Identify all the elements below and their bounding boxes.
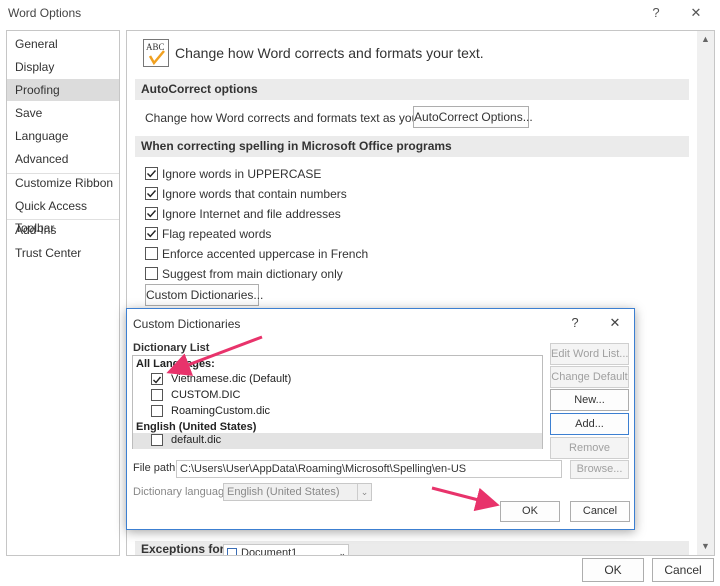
checkbox-checked[interactable]	[145, 207, 158, 220]
spelling-option-label: Flag repeated words	[162, 227, 272, 241]
svg-text:ABC: ABC	[146, 42, 165, 52]
dict-checkbox[interactable]	[151, 373, 163, 385]
title-bar: Word Options ? ✕	[0, 0, 720, 26]
dict-group-english-us: English (United States)	[136, 421, 257, 433]
dialog-help-button[interactable]: ?	[563, 313, 587, 333]
word-options-window: Word Options ? ✕ General Display Proofin…	[0, 0, 720, 586]
sidebar-item-advanced[interactable]: Advanced	[7, 148, 119, 170]
footer-cancel-button[interactable]: Cancel	[652, 558, 714, 582]
add-dictionary-button[interactable]: Add...	[550, 413, 629, 435]
dict-checkbox[interactable]	[151, 434, 163, 446]
file-path-label: File path:	[133, 462, 179, 474]
edit-word-list-button[interactable]: Edit Word List...	[550, 343, 629, 365]
autocorrect-section-header: AutoCorrect options	[135, 79, 689, 100]
checkbox-unchecked[interactable]	[145, 267, 158, 280]
chevron-down-icon: ⌄	[357, 484, 371, 500]
dialog-title: Custom Dictionaries	[133, 317, 241, 331]
autocorrect-label: Change how Word corrects and formats tex…	[145, 111, 448, 125]
checkbox-unchecked[interactable]	[145, 247, 158, 260]
dialog-cancel-button[interactable]: Cancel	[570, 501, 630, 522]
browse-button[interactable]: Browse...	[570, 460, 629, 479]
abc-check-icon: ABC	[143, 39, 169, 67]
spelling-option-label: Enforce accented uppercase in French	[162, 247, 369, 261]
dialog-close-button[interactable]: ✕	[603, 313, 627, 333]
sidebar-item-display[interactable]: Display	[7, 56, 119, 78]
dict-checkbox[interactable]	[151, 405, 163, 417]
spelling-section-header: When correcting spelling in Microsoft Of…	[135, 136, 689, 157]
dict-checkbox[interactable]	[151, 389, 163, 401]
close-button[interactable]: ✕	[682, 3, 710, 23]
dict-item-label: Vietnamese.dic (Default)	[171, 373, 292, 385]
footer-ok-button[interactable]: OK	[582, 558, 644, 582]
file-path-field[interactable]: C:\Users\User\AppData\Roaming\Microsoft\…	[176, 460, 562, 478]
window-title: Word Options	[8, 6, 82, 20]
custom-dictionaries-button[interactable]: Custom Dictionaries...	[145, 284, 263, 306]
sidebar-item-save[interactable]: Save	[7, 102, 119, 124]
dict-item-roaming[interactable]: RoamingCustom.dic	[133, 404, 542, 420]
exceptions-document-select[interactable]: Document1 ⌄	[223, 544, 349, 556]
document-icon	[227, 548, 237, 555]
remove-dictionary-button[interactable]: Remove	[550, 437, 629, 459]
dict-item-label: default.dic	[171, 434, 222, 446]
sidebar-item-quick-access-toolbar[interactable]: Quick Access Toolbar	[7, 195, 119, 235]
dict-item-label: RoamingCustom.dic	[171, 405, 271, 417]
exceptions-document-value: Document1	[241, 547, 298, 556]
checkbox-checked[interactable]	[145, 187, 158, 200]
sidebar-item-proofing[interactable]: Proofing	[7, 79, 119, 101]
checkbox-checked[interactable]	[145, 167, 158, 180]
sidebar-item-add-ins[interactable]: Add-Ins	[7, 219, 119, 241]
panel-header-text: Change how Word corrects and formats you…	[175, 45, 484, 61]
scroll-down-icon[interactable]: ▼	[697, 538, 714, 555]
sidebar-item-language[interactable]: Language	[7, 125, 119, 147]
dictionary-list[interactable]: All Languages: Vietnamese.dic (Default) …	[132, 355, 543, 449]
sidebar-item-trust-center[interactable]: Trust Center	[7, 242, 119, 264]
dictionary-list-label: Dictionary List	[133, 342, 210, 354]
help-button[interactable]: ?	[642, 3, 670, 23]
exceptions-section: Exceptions for:	[135, 541, 689, 556]
dictionary-language-value: English (United States)	[227, 486, 340, 498]
dict-group-all-languages: All Languages:	[136, 358, 215, 370]
new-dictionary-button[interactable]: New...	[550, 389, 629, 411]
dict-item-vietnamese[interactable]: Vietnamese.dic (Default)	[133, 372, 542, 388]
dialog-ok-button[interactable]: OK	[500, 501, 560, 522]
spelling-option-label: Ignore words in UPPERCASE	[162, 167, 322, 181]
dict-item-default[interactable]: default.dic	[133, 433, 542, 449]
dictionary-language-label: Dictionary language:	[133, 486, 234, 498]
autocorrect-options-button[interactable]: AutoCorrect Options...	[413, 106, 533, 128]
checkbox-checked[interactable]	[145, 227, 158, 240]
scroll-up-icon[interactable]: ▲	[697, 31, 714, 48]
change-default-button[interactable]: Change Default	[550, 366, 629, 388]
spelling-option-label: Ignore Internet and file addresses	[162, 207, 341, 221]
spelling-option-label: Suggest from main dictionary only	[162, 267, 343, 281]
custom-dictionaries-dialog: Custom Dictionaries ? ✕ Dictionary List …	[126, 308, 635, 530]
panel-scrollbar[interactable]: ▲ ▼	[697, 31, 714, 555]
spelling-option-label: Ignore words that contain numbers	[162, 187, 347, 201]
dictionary-language-select[interactable]: English (United States) ⌄	[223, 483, 372, 501]
sidebar-item-customize-ribbon[interactable]: Customize Ribbon	[7, 172, 119, 194]
exceptions-label: Exceptions for:	[141, 542, 229, 556]
dict-item-label: CUSTOM.DIC	[171, 389, 241, 401]
chevron-down-icon: ⌄	[338, 548, 346, 556]
sidebar-item-general[interactable]: General	[7, 33, 119, 55]
sidebar-nav: General Display Proofing Save Language A…	[6, 30, 120, 556]
dict-item-custom[interactable]: CUSTOM.DIC	[133, 388, 542, 404]
